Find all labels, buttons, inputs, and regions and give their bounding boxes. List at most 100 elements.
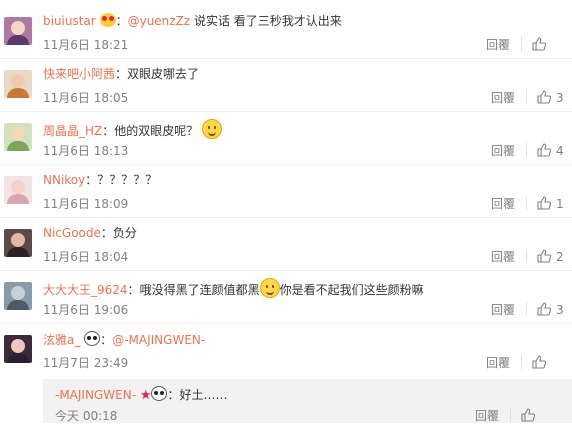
reply-button[interactable]: 回覆 — [475, 408, 499, 424]
smile-emoji-icon — [202, 119, 223, 139]
action-divider — [521, 37, 522, 51]
comment-time: 11月6日 18:21 — [43, 38, 129, 52]
avatar[interactable] — [4, 17, 32, 45]
username-link[interactable]: 泫雅a_ — [43, 333, 80, 347]
colon-separator: ： — [115, 67, 128, 81]
thumbs-up-icon[interactable] — [536, 142, 552, 158]
avatar-body — [7, 247, 29, 257]
comment-text: 负分 — [112, 226, 137, 240]
comment-text-line: biuiustar ：@yuenzZz 说实话 看了三秒我才认出来 — [43, 13, 342, 29]
reply-button[interactable]: 回覆 — [491, 302, 515, 318]
comment-item: 泫雅a_ ：@-MAJINGWEN- 11月7日 23:49 回覆 — [0, 323, 572, 376]
username-link[interactable]: 周晶晶_HZ — [43, 124, 102, 138]
colon-separator: ： — [102, 124, 115, 138]
avatar-face — [11, 233, 25, 247]
avatar[interactable] — [4, 335, 32, 363]
comment-text: 他的双眼皮呢？ — [114, 124, 199, 138]
comment-text: ？？？？？ — [97, 173, 158, 187]
comment-time: 11月7日 23:49 — [43, 356, 129, 370]
colon-separator: ： — [127, 283, 140, 297]
sub-reply-text-line: -MAJINGWEN- ★ ：好土…… — [55, 386, 228, 404]
comment-time: 11月6日 19:06 — [43, 303, 129, 317]
avatar-face — [11, 21, 25, 35]
avatar-face — [11, 339, 25, 353]
thumbs-up-icon[interactable] — [536, 301, 552, 317]
avatar-body — [7, 141, 29, 151]
action-divider — [510, 408, 511, 422]
colon-separator: ： — [85, 173, 98, 187]
username-link[interactable]: -MAJINGWEN- — [55, 388, 136, 402]
panda-emoji-icon — [84, 331, 101, 346]
avatar-face — [11, 74, 25, 88]
avatar[interactable] — [4, 176, 32, 204]
thumbs-up-icon[interactable] — [536, 195, 552, 211]
username-link[interactable]: NNikoy — [43, 173, 85, 187]
like-count: 3 — [556, 91, 564, 105]
comment-item: NicGoode：负分 11月6日 18:04 回覆 2 — [0, 217, 572, 270]
comment-text-line: 大大大王_9624：哦没得黑了连颜值都黑 你是看不起我们这些颜粉嘛 — [43, 278, 424, 298]
sub-reply-text: 好土…… — [179, 388, 228, 402]
comment-item: biuiustar ：@yuenzZz 说实话 看了三秒我才认出来 11月6日 … — [0, 5, 572, 58]
avatar-body — [7, 194, 29, 204]
comment-text: 说实话 看了三秒我才认出来 — [193, 14, 342, 28]
thumbs-up-icon[interactable] — [531, 354, 547, 370]
avatar[interactable] — [4, 282, 32, 310]
star-icon: ★ — [139, 388, 152, 403]
comment-text-continued: 你是看不起我们这些颜粉嘛 — [279, 283, 424, 297]
sub-reply-box: -MAJINGWEN- ★ ：好土…… 今天 00:18 回覆 — [43, 379, 572, 423]
like-count: 3 — [556, 303, 564, 317]
like-count: 4 — [556, 144, 564, 158]
avatar-body — [7, 300, 29, 310]
action-divider — [526, 302, 527, 316]
colon-separator: ： — [100, 333, 113, 347]
smile-emoji-icon — [259, 278, 280, 298]
username-link[interactable]: NicGoode — [43, 226, 101, 240]
avatar-face — [11, 180, 25, 194]
comment-time: 11月6日 18:05 — [43, 91, 129, 105]
avatar-body — [7, 88, 29, 98]
like-count: 2 — [556, 250, 564, 264]
comment-time: 11月6日 18:13 — [43, 144, 129, 158]
thumbs-up-icon[interactable] — [536, 248, 552, 264]
like-count: 1 — [556, 197, 564, 211]
comment-item: 快来吧小阿茜：双眼皮哪去了 11月6日 18:05 回覆 3 — [0, 58, 572, 111]
reply-button[interactable]: 回覆 — [486, 355, 510, 371]
thumbs-up-icon[interactable] — [520, 407, 536, 423]
action-divider — [526, 90, 527, 104]
avatar-face — [11, 286, 25, 300]
avatar-face — [11, 127, 25, 141]
thumbs-up-icon[interactable] — [536, 89, 552, 105]
mention-link[interactable]: @yuenzZz — [128, 14, 191, 28]
avatar[interactable] — [4, 70, 32, 98]
comment-item: NNikoy：？？？？？ 11月6日 18:09 回覆 1 — [0, 164, 572, 217]
colon-separator: ： — [100, 226, 113, 240]
comment-time: 11月6日 18:04 — [43, 250, 129, 264]
action-divider — [526, 196, 527, 210]
panda-emoji-icon — [151, 386, 168, 401]
reply-button[interactable]: 回覆 — [491, 196, 515, 212]
username-link[interactable]: 快来吧小阿茜 — [43, 67, 115, 81]
thumbs-up-icon[interactable] — [531, 36, 547, 52]
reply-button[interactable]: 回覆 — [491, 143, 515, 159]
reply-button[interactable]: 回覆 — [491, 249, 515, 265]
action-divider — [526, 143, 527, 157]
comment-text-line: 周晶晶_HZ：他的双眼皮呢？ — [43, 119, 223, 139]
colon-separator: ： — [167, 388, 180, 402]
colon-separator: ： — [115, 14, 128, 28]
sub-reply-time: 今天 00:18 — [55, 409, 118, 423]
comment-text-line: NNikoy：？？？？？ — [43, 172, 157, 188]
avatar[interactable] — [4, 229, 32, 257]
username-link[interactable]: 大大大王_9624 — [43, 283, 128, 297]
comment-text-line: NicGoode：负分 — [43, 225, 137, 241]
heart-eyes-emoji-icon — [99, 13, 116, 27]
username-link[interactable]: biuiustar — [43, 14, 96, 28]
avatar[interactable] — [4, 123, 32, 151]
comment-item: 大大大王_9624：哦没得黑了连颜值都黑 你是看不起我们这些颜粉嘛 11月6日 1… — [0, 270, 572, 323]
avatar-body — [7, 353, 29, 363]
avatar-body — [7, 35, 29, 45]
mention-link[interactable]: @-MAJINGWEN- — [112, 333, 205, 347]
reply-button[interactable]: 回覆 — [491, 90, 515, 106]
reply-button[interactable]: 回覆 — [486, 37, 510, 53]
action-divider — [526, 249, 527, 263]
action-divider — [521, 355, 522, 369]
